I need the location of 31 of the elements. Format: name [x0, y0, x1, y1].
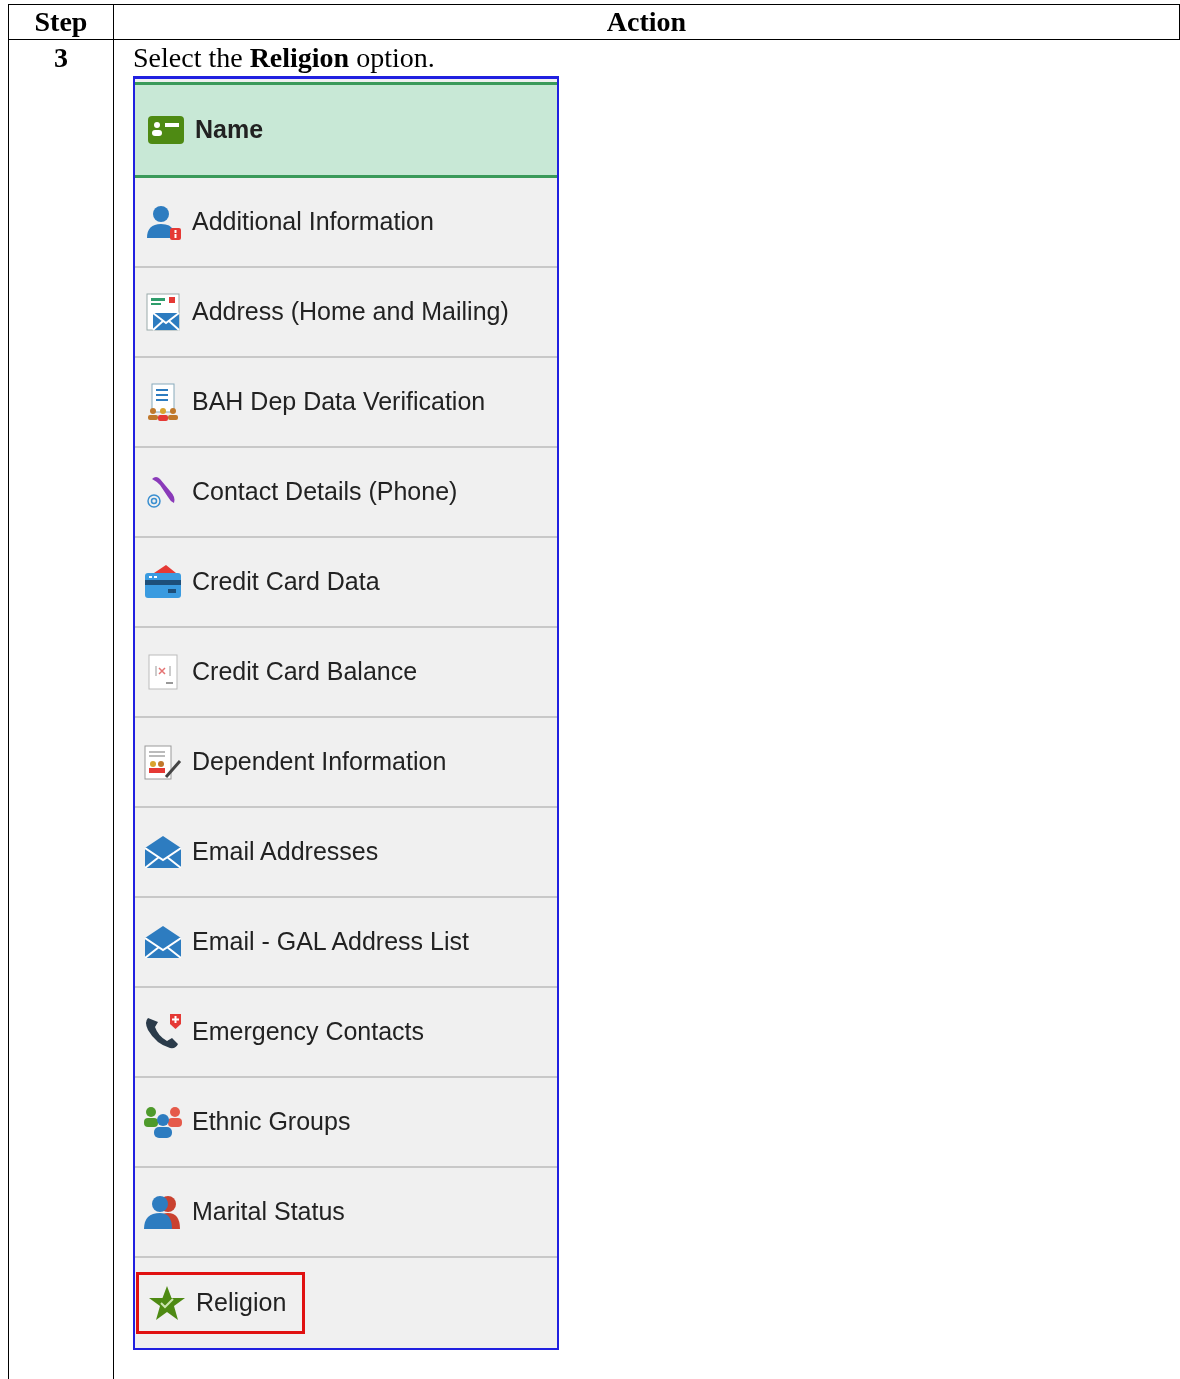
menu-item[interactable]: Religion [136, 1272, 306, 1334]
id-card-icon [148, 116, 184, 144]
menu-item[interactable]: Contact Details (Phone) [135, 473, 458, 511]
menu-item[interactable]: Marital Status [135, 1193, 345, 1231]
person-alert-icon [145, 204, 181, 240]
credit-card-icon [144, 565, 182, 599]
menu-item[interactable]: Name [135, 82, 557, 178]
column-header: Action [113, 4, 1180, 40]
menu-item[interactable]: Credit Card Balance [135, 653, 418, 691]
menu-item[interactable]: Email Addresses [135, 833, 379, 871]
document-icon [148, 654, 178, 690]
menu-item[interactable]: Additional Information [135, 203, 434, 241]
star-check-icon [149, 1286, 185, 1320]
people-group-icon [144, 1106, 182, 1138]
menu-item[interactable]: Credit Card Data [135, 563, 380, 601]
envelope-icon [145, 836, 181, 868]
instruction-text: Select the Religion option. [133, 41, 436, 75]
phone-medical-icon [144, 1014, 182, 1050]
menu-item[interactable]: Address (Home and Mailing) [135, 293, 509, 331]
address-envelope-icon [146, 293, 180, 331]
menu-item[interactable]: Dependent Information [135, 743, 447, 781]
menu-item[interactable]: Email - GAL Address List [135, 923, 469, 961]
menu-item[interactable]: BAH Dep Data Verification [135, 383, 486, 421]
menu-item[interactable]: Ethnic Groups [135, 1103, 351, 1141]
two-people-icon [144, 1195, 182, 1229]
document-pen-icon [144, 743, 182, 781]
document-people-icon [146, 383, 180, 421]
menu-item[interactable]: Emergency Contacts [135, 1013, 425, 1051]
step-number: 3 [8, 39, 114, 1379]
envelope-icon [145, 926, 181, 958]
column-header: Step [8, 4, 114, 40]
